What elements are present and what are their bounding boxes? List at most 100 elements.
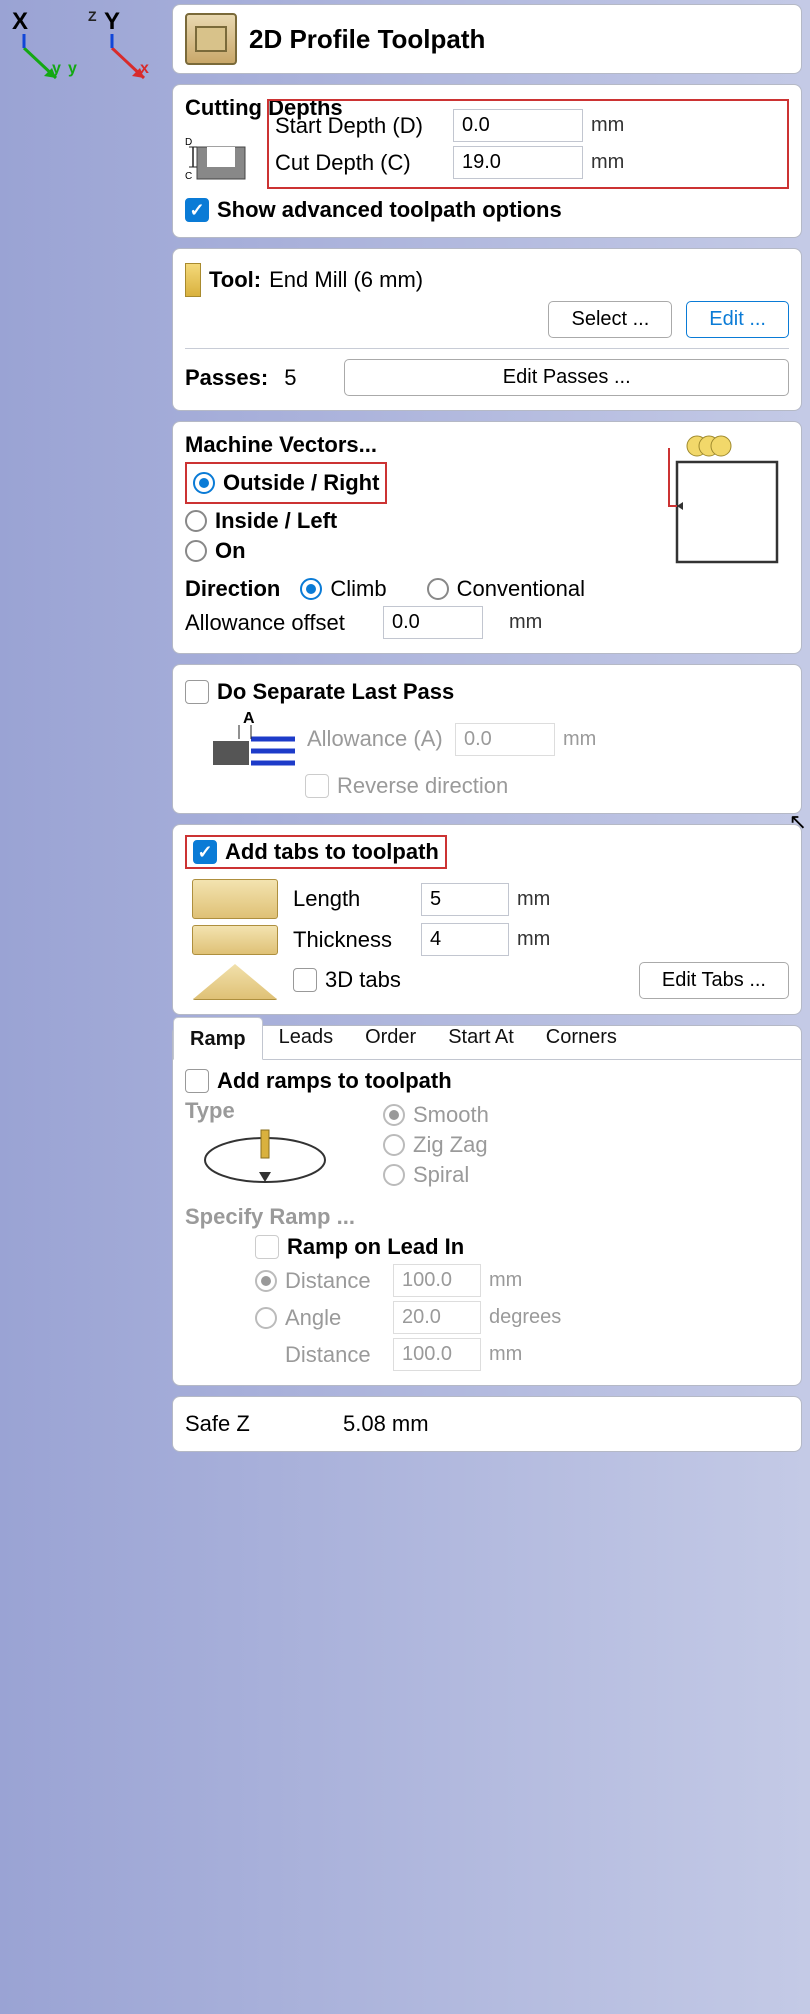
cutting-depth-icon: D C — [185, 125, 257, 189]
direction-climb-radio[interactable] — [300, 578, 322, 600]
edit-tool-button[interactable]: Edit ... — [686, 301, 789, 338]
ramp-distance2-input — [393, 1338, 481, 1371]
ramp-angle-radio — [255, 1307, 277, 1329]
vectors-on-radio[interactable] — [185, 540, 207, 562]
last-pass-allowance-input — [455, 723, 555, 756]
separate-last-pass-label: Do Separate Last Pass — [217, 679, 454, 705]
ramp-distance-radio — [255, 1270, 277, 1292]
panel-ramp: Ramp Leads Order Start At Corners Add ra… — [172, 1025, 802, 1386]
tool-name: End Mill (6 mm) — [269, 267, 423, 293]
tool-label: Tool: — [209, 267, 261, 293]
start-depth-label: Start Depth (D) — [275, 113, 445, 139]
panel-machine-vectors: Machine Vectors... Outside / Right Insid… — [172, 421, 802, 654]
tab-thickness-input[interactable] — [421, 923, 509, 956]
ramp-on-lead-checkbox — [255, 1235, 279, 1259]
vectors-inside-radio[interactable] — [185, 510, 207, 532]
safe-z-value: 5.08 mm — [343, 1411, 429, 1437]
direction-conventional-label: Conventional — [457, 576, 585, 602]
ramp-smooth-label: Smooth — [413, 1102, 489, 1128]
machine-vectors-heading: Machine Vectors... — [185, 432, 631, 458]
tab-length-label: Length — [293, 886, 413, 912]
direction-label: Direction — [185, 576, 280, 602]
mouse-cursor-icon: ↖ — [789, 809, 807, 835]
panel-header: 2D Profile Toolpath — [172, 4, 802, 74]
tab-order[interactable]: Order — [349, 1016, 432, 1059]
allowance-offset-label: Allowance offset — [185, 610, 375, 636]
page-title: 2D Profile Toolpath — [249, 24, 485, 55]
specify-ramp-label: Specify Ramp ... — [185, 1204, 789, 1230]
last-pass-allowance-unit: mm — [563, 728, 596, 751]
ramp-spiral-radio — [383, 1164, 405, 1186]
tab-ramp[interactable]: Ramp — [173, 1017, 263, 1060]
cut-depth-label: Cut Depth (C) — [275, 150, 445, 176]
vector-diagram-icon — [639, 432, 789, 572]
3d-tabs-label: 3D tabs — [325, 967, 401, 993]
edit-passes-button[interactable]: Edit Passes ... — [344, 359, 789, 396]
start-depth-unit: mm — [591, 114, 624, 137]
panel-add-tabs: Add tabs to toolpath Length mm Thickness… — [172, 824, 802, 1015]
ramp-distance-unit: mm — [489, 1269, 522, 1292]
vectors-outside-radio[interactable] — [193, 472, 215, 494]
axis-z-label: Z — [88, 8, 97, 24]
allowance-offset-input[interactable] — [383, 606, 483, 639]
reverse-direction-checkbox — [305, 774, 329, 798]
tab-leads[interactable]: Leads — [263, 1016, 350, 1059]
cut-depth-unit: mm — [591, 151, 624, 174]
3d-tabs-checkbox[interactable] — [293, 968, 317, 992]
separate-last-pass-checkbox[interactable] — [185, 680, 209, 704]
ramp-distance-input — [393, 1264, 481, 1297]
tab-start-at[interactable]: Start At — [432, 1016, 530, 1059]
ramp-distance2-label: Distance — [285, 1342, 385, 1368]
axis-y-sub2: y — [68, 60, 77, 78]
panel-tool: Tool: End Mill (6 mm) Select ... Edit ..… — [172, 248, 802, 411]
profile-toolpath-icon — [185, 13, 237, 65]
ramp-angle-input — [393, 1301, 481, 1334]
ramp-ellipse-icon — [185, 1124, 345, 1194]
ramp-on-lead-label: Ramp on Lead In — [287, 1234, 464, 1260]
ramp-angle-label: Angle — [285, 1305, 385, 1331]
tab-corners[interactable]: Corners — [530, 1016, 633, 1059]
vectors-inside-label: Inside / Left — [215, 508, 337, 534]
ramp-type-label: Type — [185, 1098, 375, 1124]
vectors-on-label: On — [215, 538, 246, 564]
ramp-angle-unit: degrees — [489, 1306, 561, 1329]
svg-text:A: A — [243, 710, 255, 727]
axis-y-sub: y — [52, 60, 61, 78]
allowance-offset-unit: mm — [509, 611, 542, 634]
show-advanced-checkbox[interactable] — [185, 198, 209, 222]
svg-text:C: C — [185, 171, 192, 182]
add-ramps-checkbox[interactable] — [185, 1069, 209, 1093]
panel-last-pass: Do Separate Last Pass A Allowance (A) mm — [172, 664, 802, 814]
reverse-direction-label: Reverse direction — [337, 773, 508, 799]
ramp-distance2-unit: mm — [489, 1343, 522, 1366]
axis-x-sub: x — [140, 60, 149, 78]
direction-conventional-radio[interactable] — [427, 578, 449, 600]
tab-length-unit: mm — [517, 888, 550, 911]
select-tool-button[interactable]: Select ... — [548, 301, 672, 338]
show-advanced-label: Show advanced toolpath options — [217, 197, 562, 223]
direction-climb-label: Climb — [330, 576, 386, 602]
tab-length-icon — [185, 879, 285, 919]
ramp-zigzag-radio — [383, 1134, 405, 1156]
add-tabs-label: Add tabs to toolpath — [225, 839, 439, 865]
edit-tabs-button[interactable]: Edit Tabs ... — [639, 962, 789, 999]
tab-thickness-icon — [185, 925, 285, 955]
passes-value: 5 — [284, 365, 296, 391]
last-pass-icon: A — [209, 709, 299, 769]
tool-icon — [185, 263, 201, 297]
add-tabs-checkbox[interactable] — [193, 840, 217, 864]
start-depth-input[interactable] — [453, 109, 583, 142]
ramp-zigzag-label: Zig Zag — [413, 1132, 488, 1158]
tab-thickness-label: Thickness — [293, 927, 413, 953]
last-pass-allowance-label: Allowance (A) — [307, 726, 447, 752]
panel-cutting-depths: Cutting Depths D C Start Depth (D) mm — [172, 84, 802, 238]
panel-safe-z: Safe Z 5.08 mm — [172, 1396, 802, 1452]
cut-depth-input[interactable] — [453, 146, 583, 179]
add-ramps-label: Add ramps to toolpath — [217, 1068, 452, 1094]
ramp-distance-label: Distance — [285, 1268, 385, 1294]
axis-indicator: X Z Y y y x — [4, 6, 144, 86]
tab-thickness-unit: mm — [517, 928, 550, 951]
safe-z-label: Safe Z — [185, 1411, 335, 1437]
tab-length-input[interactable] — [421, 883, 509, 916]
svg-text:D: D — [185, 137, 192, 148]
